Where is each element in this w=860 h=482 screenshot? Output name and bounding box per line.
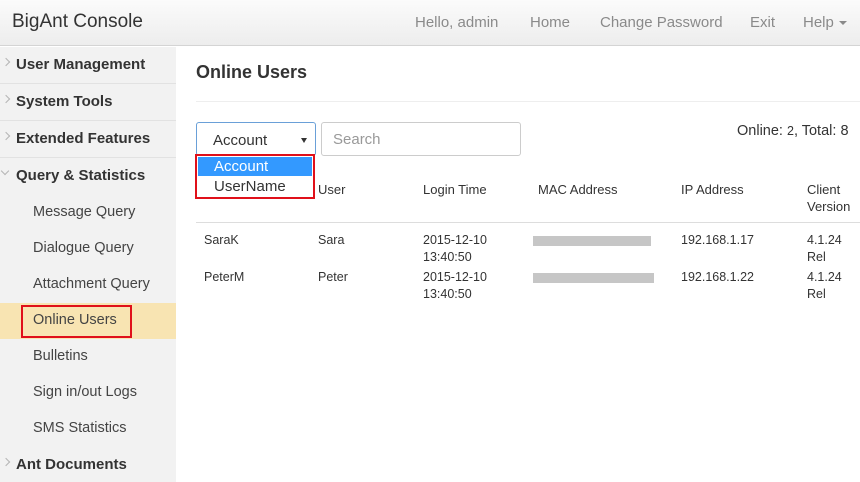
cell-login-time: 2015-12-10 13:40:50 xyxy=(423,232,487,266)
column-header-user[interactable]: User xyxy=(318,181,345,198)
sidebar-item-label: Dialogue Query xyxy=(33,240,134,256)
sidebar-item-dialogue-query[interactable]: Dialogue Query xyxy=(0,231,176,267)
redacted-mac-address xyxy=(533,273,654,283)
column-header-line: Client xyxy=(807,182,841,197)
filter-select[interactable]: Account xyxy=(196,122,316,156)
sidebar-item-sign-in-out-logs[interactable]: Sign in/out Logs xyxy=(0,375,176,411)
cell-ip-address: 192.168.1.22 xyxy=(681,270,754,284)
exit-link[interactable]: Exit xyxy=(750,14,775,31)
sidebar-category-label: User Management xyxy=(16,56,146,73)
sidebar-item-label: SMS Statistics xyxy=(33,420,127,436)
cell-user: Peter xyxy=(318,270,348,284)
cell-login-time: 2015-12-10 13:40:50 xyxy=(423,269,487,303)
cell-login-clock: 13:40:50 xyxy=(423,287,472,301)
caret-down-icon xyxy=(301,138,307,143)
online-count: 2 xyxy=(786,124,794,138)
sidebar-category-ant-documents[interactable]: Ant Documents xyxy=(0,447,176,482)
sidebar-item-message-query[interactable]: Message Query xyxy=(0,195,176,231)
sidebar-item-attachment-query[interactable]: Attachment Query xyxy=(0,267,176,303)
chevron-right-icon xyxy=(1,457,11,467)
column-header-line: Version xyxy=(807,199,851,214)
home-link[interactable]: Home xyxy=(530,14,570,31)
page-title: Online Users xyxy=(196,62,308,82)
sidebar-category-query-statistics[interactable]: Query & Statistics xyxy=(0,158,176,195)
sidebar-item-label: Attachment Query xyxy=(33,276,150,292)
cell-version-tag: Rel xyxy=(807,250,826,264)
column-header-ip-address[interactable]: IP Address xyxy=(681,181,744,198)
help-menu[interactable]: Help xyxy=(803,14,847,31)
sidebar-category-user-management[interactable]: User Management xyxy=(0,47,176,84)
cell-login-clock: 13:40:50 xyxy=(423,250,472,264)
greeting-link[interactable]: Hello, admin xyxy=(415,14,498,31)
redacted-mac-address xyxy=(533,236,651,246)
chevron-right-icon xyxy=(1,57,11,67)
chevron-right-icon xyxy=(1,131,11,141)
sidebar-item-bulletins[interactable]: Bulletins xyxy=(0,339,176,375)
sidebar-item-label: Online Users xyxy=(33,312,117,328)
dropdown-option-account[interactable]: Account xyxy=(198,157,312,176)
online-total-counts: Online: 2, Total: 8 xyxy=(737,123,849,139)
table-header-divider xyxy=(196,222,860,223)
help-label: Help xyxy=(803,14,834,31)
cell-client-version: 4.1.24 Rel xyxy=(807,269,842,303)
search-input[interactable] xyxy=(321,122,521,156)
sidebar-category-label: Ant Documents xyxy=(16,456,127,473)
sidebar-item-sms-statistics[interactable]: SMS Statistics xyxy=(0,411,176,447)
cell-user: Sara xyxy=(318,233,345,247)
cell-version-tag: Rel xyxy=(807,287,826,301)
change-password-link[interactable]: Change Password xyxy=(600,14,723,31)
cell-login-date: 2015-12-10 xyxy=(423,233,487,247)
caret-down-icon xyxy=(838,21,847,26)
cell-ip-address: 192.168.1.17 xyxy=(681,233,754,247)
cell-version: 4.1.24 xyxy=(807,233,842,247)
cell-account: SaraK xyxy=(204,233,239,247)
column-header-login-time[interactable]: Login Time xyxy=(423,181,487,198)
sidebar-item-label: Bulletins xyxy=(33,348,88,364)
filter-dropdown-menu: Account UserName xyxy=(195,154,315,199)
app-title[interactable]: BigAnt Console xyxy=(12,11,143,33)
top-navbar: BigAnt Console Hello, admin Home Change … xyxy=(0,0,860,46)
sidebar: User Management System Tools Extended Fe… xyxy=(0,47,176,482)
divider xyxy=(196,101,860,102)
chevron-right-icon xyxy=(1,94,11,104)
dropdown-option-username[interactable]: UserName xyxy=(198,177,312,196)
total-label: Total: xyxy=(801,123,837,139)
cell-version: 4.1.24 xyxy=(807,270,842,284)
filter-select-value: Account xyxy=(213,132,268,149)
sidebar-category-label: System Tools xyxy=(16,93,113,110)
sidebar-item-online-users[interactable]: Online Users xyxy=(0,303,176,339)
column-header-client-version[interactable]: Client Version xyxy=(807,181,850,215)
sidebar-item-label: Message Query xyxy=(33,204,136,220)
chevron-down-icon xyxy=(0,166,10,176)
sidebar-category-extended-features[interactable]: Extended Features xyxy=(0,121,176,158)
sidebar-category-system-tools[interactable]: System Tools xyxy=(0,84,176,121)
cell-login-date: 2015-12-10 xyxy=(423,270,487,284)
sidebar-category-label: Query & Statistics xyxy=(16,167,146,184)
column-header-mac-address[interactable]: MAC Address xyxy=(538,181,617,198)
total-count: 8 xyxy=(840,123,849,139)
sidebar-category-label: Extended Features xyxy=(16,130,151,147)
cell-client-version: 4.1.24 Rel xyxy=(807,232,842,266)
cell-account: PeterM xyxy=(204,270,245,284)
online-label: Online: xyxy=(737,123,783,139)
sidebar-item-label: Sign in/out Logs xyxy=(33,384,137,400)
